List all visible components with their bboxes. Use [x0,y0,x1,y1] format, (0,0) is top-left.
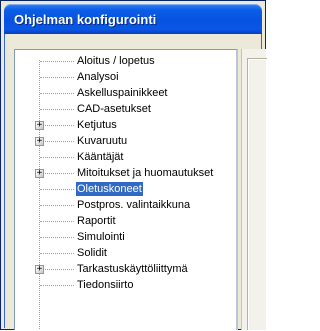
tree-item-label: Kääntäjät [77,151,124,163]
tree-item-label: CAD-asetukset [77,103,151,115]
settings-panel-frame [248,59,268,331]
tree-item[interactable]: Aloitus / lopetus [15,53,235,69]
tree-item-label: Raportit [77,215,116,227]
expand-plus-icon[interactable]: + [35,137,44,146]
tree-branch-line [40,269,74,270]
tree-branch-line [40,141,74,142]
tree-branch-line [40,77,74,78]
tree-branch-line [40,157,74,158]
tree-branch-line [40,189,74,190]
tree-branch-line [40,173,74,174]
tree-item-label: Solidit [77,247,107,259]
tree-item[interactable]: + Kuvaruutu [15,133,235,149]
tree-item[interactable]: Solidit [15,245,235,261]
tree-branch-line [40,109,74,110]
tree-item-label: Aloitus / lopetus [77,55,155,67]
tree-item-label: Simulointi [77,231,125,243]
tree-branch-line [40,93,74,94]
tree-item[interactable]: Raportit [15,213,235,229]
tree-branch-line [40,221,74,222]
expand-plus-icon[interactable]: + [35,169,44,178]
expand-plus-icon[interactable]: + [35,265,44,274]
tree-branch-line [40,285,74,286]
expand-plus-icon[interactable]: + [35,121,44,130]
tree-item[interactable]: + Mitoitukset ja huomautukset [15,165,235,181]
tree-item[interactable]: Analysoi [15,69,235,85]
tree-item[interactable]: Askelluspainikkeet [15,85,235,101]
tree-item-label: Tarkastuskäyttöliittymä [77,263,188,275]
tree-branch-line [40,205,74,206]
tree-branch-line [40,237,74,238]
tree-item-label: Tiedonsiirto [77,279,134,291]
window-title: Ohjelman konfigurointi [14,12,157,27]
tree-item-label: Analysoi [77,71,119,83]
tree-item[interactable]: Oletuskoneet [15,181,235,197]
settings-panel [241,49,268,331]
tree-item[interactable]: + Tarkastuskäyttöliittymä [15,261,235,277]
tree-item[interactable]: Kääntäjät [15,149,235,165]
tree-item[interactable]: Tiedonsiirto [15,277,235,293]
settings-tree[interactable]: Aloitus / lopetus Analysoi Askelluspainikk… [14,49,238,330]
tree-item[interactable]: Simulointi [15,229,235,245]
tree-branch-line [40,61,74,62]
tree-item-label: Postpros. valintaikkuna [77,199,191,211]
title-bar[interactable]: Ohjelman konfigurointi [4,4,262,34]
tree-item[interactable]: CAD-asetukset [15,101,235,117]
tree-item[interactable]: + Ketjutus [15,117,235,133]
tree-item-label: Oletuskoneet [76,182,143,196]
tree-item-label: Ketjutus [77,119,117,131]
tree-branch-line [40,253,74,254]
tree-item-label: Askelluspainikkeet [77,87,168,99]
tree-item-label: Kuvaruutu [77,135,128,147]
tree-item-label: Mitoitukset ja huomautukset [77,167,214,179]
tree-branch-line [40,125,74,126]
tree-item[interactable]: Postpros. valintaikkuna [15,197,235,213]
